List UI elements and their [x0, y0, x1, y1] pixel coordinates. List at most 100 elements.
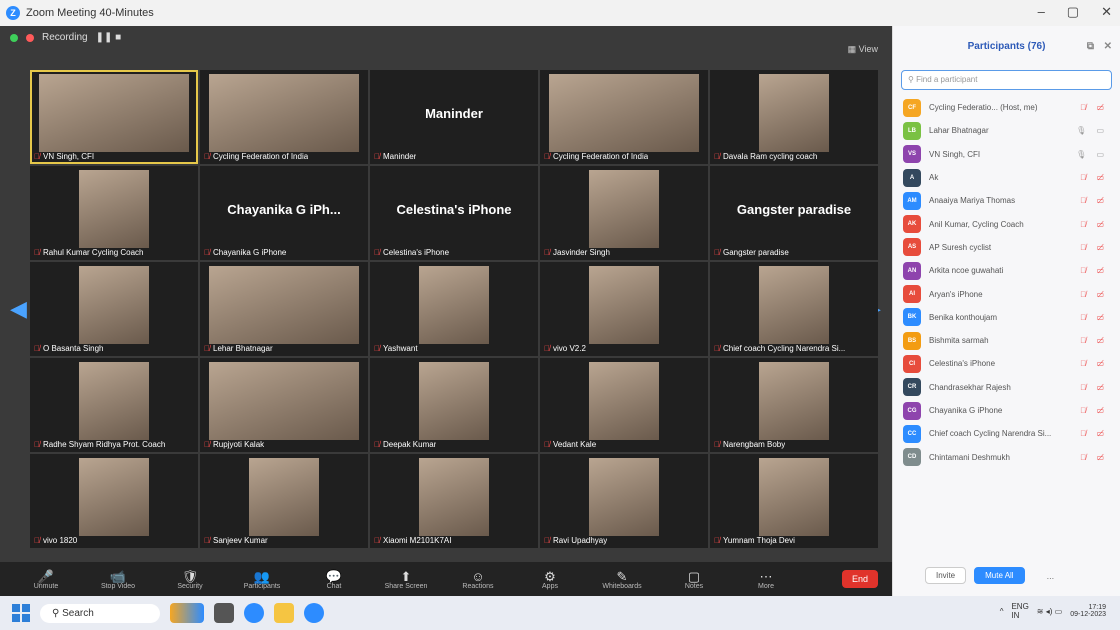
video-tile[interactable]: 🎙̸ Radhe Shyam Ridhya Prot. Coach	[30, 358, 198, 452]
participant-row[interactable]: CC Chief coach Cycling Narendra Si... 🎙̸ ▭…	[893, 422, 1120, 445]
video-tile[interactable]: 🎙̸ vivo V2.2	[540, 262, 708, 356]
panel-footer: Invite Mute All ...	[893, 567, 1120, 584]
participant-row[interactable]: LB Lahar Bhatnagar 🎙 ▭	[893, 119, 1120, 142]
participant-row[interactable]: A Ak 🎙̸ ▭̸	[893, 166, 1120, 189]
mic-camera-status-icon[interactable]: 🎙 ▭	[1076, 126, 1108, 135]
video-tile[interactable]: 🎙̸ Cycling Federation of India	[540, 70, 708, 164]
file-explorer-icon[interactable]	[214, 603, 234, 623]
participant-row[interactable]: AN Arkita ncoe guwahati 🎙̸ ▭̸	[893, 259, 1120, 282]
participant-row[interactable]: BK Benika konthoujam 🎙̸ ▭̸	[893, 306, 1120, 329]
participant-row[interactable]: AS AP Suresh cyclist 🎙̸ ▭̸	[893, 236, 1120, 259]
video-tile[interactable]: 🎙̸ vivo 1820	[30, 454, 198, 548]
pause-record-icon[interactable]: ❚❚ ■	[96, 32, 122, 43]
video-tile[interactable]: 🎙̸ Yashwant	[370, 262, 538, 356]
windows-start-icon[interactable]	[12, 604, 30, 622]
participant-row[interactable]: BS Bishmita sarmah 🎙̸ ▭̸	[893, 329, 1120, 352]
video-tile[interactable]: 🎙̸ Chief coach Cycling Narendra Si...	[710, 262, 878, 356]
participant-row[interactable]: AK Anil Kumar, Cycling Coach 🎙̸ ▭̸	[893, 212, 1120, 235]
toolbar-button-stop-video[interactable]: 📹 Stop Video	[90, 569, 146, 590]
video-tile[interactable]: 🎙̸ O Basanta Singh	[30, 262, 198, 356]
mic-camera-status-icon[interactable]: 🎙̸ ▭̸	[1080, 103, 1108, 112]
zoom-taskbar-icon[interactable]	[304, 603, 324, 623]
video-tile[interactable]: Maninder 🎙̸ Maninder	[370, 70, 538, 164]
video-tile[interactable]: Chayanika G iPh... 🎙̸ Chayanika G iPhone	[200, 166, 368, 260]
video-tile[interactable]: Gangster paradise 🎙̸ Gangster paradise	[710, 166, 878, 260]
video-tile[interactable]: 🎙̸ Vedant Kale	[540, 358, 708, 452]
popout-icon[interactable]: ⧉	[1087, 41, 1094, 52]
prev-page-arrow-icon[interactable]: ◀	[10, 296, 27, 322]
participant-row[interactable]: AI Aryan's iPhone 🎙̸ ▭̸	[893, 282, 1120, 305]
toolbar-button-chat[interactable]: 💬 Chat	[306, 569, 362, 590]
avatar: AK	[903, 215, 921, 234]
mic-camera-status-icon[interactable]: 🎙̸ ▭̸	[1080, 406, 1108, 415]
video-tile[interactable]: 🎙̸ Cycling Federation of India	[200, 70, 368, 164]
toolbar-button-share-screen[interactable]: ⬆ Share Screen	[378, 569, 434, 590]
participant-search-input[interactable]: ⚲ Find a participant	[901, 70, 1112, 90]
toolbar-button-more[interactable]: ⋯ More	[738, 569, 794, 590]
participant-row[interactable]: AM Anaaiya Mariya Thomas 🎙̸ ▭̸	[893, 189, 1120, 212]
mic-camera-status-icon[interactable]: 🎙̸ ▭̸	[1080, 313, 1108, 322]
video-tile[interactable]: 🎙̸ Sanjeev Kumar	[200, 454, 368, 548]
mic-camera-status-icon[interactable]: 🎙̸ ▭̸	[1080, 336, 1108, 345]
video-tile[interactable]: 🎙̸ Rupjyoti Kalak	[200, 358, 368, 452]
toolbar-button-reactions[interactable]: ☺ Reactions	[450, 569, 506, 590]
maximize-icon[interactable]: ▢	[1067, 4, 1079, 20]
video-tile[interactable]: 🎙̸ Jasvinder Singh	[540, 166, 708, 260]
toolbar-button-apps[interactable]: ⚙ Apps	[522, 569, 578, 590]
participant-row[interactable]: CG Chayanika G iPhone 🎙̸ ▭̸	[893, 399, 1120, 422]
mic-camera-status-icon[interactable]: 🎙̸ ▭̸	[1080, 266, 1108, 275]
mute-all-button[interactable]: Mute All	[974, 567, 1025, 584]
mic-camera-status-icon[interactable]: 🎙̸ ▭̸	[1080, 196, 1108, 205]
view-button[interactable]: ▦ View	[848, 44, 878, 55]
video-tile[interactable]: 🎙̸ Ravi Upadhyay	[540, 454, 708, 548]
mic-camera-status-icon[interactable]: 🎙̸ ▭̸	[1080, 429, 1108, 438]
participant-row[interactable]: CF Cycling Federatio... (Host, me) 🎙̸ ▭̸	[893, 96, 1120, 119]
video-feed	[759, 74, 829, 152]
clock[interactable]: 17:19 09-12-2023	[1070, 604, 1106, 618]
video-tile[interactable]: 🎙̸ Yumnam Thoja Devi	[710, 454, 878, 548]
toolbar-button-unmute[interactable]: 🎤 Unmute	[18, 569, 74, 590]
participant-row[interactable]: CI Celestina's iPhone 🎙̸ ▭̸	[893, 352, 1120, 375]
participant-row[interactable]: VS VN Singh, CFI 🎙 ▭	[893, 143, 1120, 166]
end-meeting-button[interactable]: End	[841, 570, 878, 588]
minimize-icon[interactable]: –	[1038, 4, 1045, 20]
close-icon[interactable]: ✕	[1101, 4, 1112, 20]
taskbar-search[interactable]: ⚲ Search	[40, 603, 160, 623]
mic-camera-status-icon[interactable]: 🎙 ▭	[1076, 150, 1108, 159]
mic-camera-status-icon[interactable]: 🎙̸ ▭̸	[1080, 243, 1108, 252]
mic-camera-status-icon[interactable]: 🎙̸ ▭̸	[1080, 453, 1108, 462]
mic-camera-status-icon[interactable]: 🎙̸ ▭̸	[1080, 173, 1108, 182]
mic-camera-status-icon[interactable]: 🎙̸ ▭̸	[1080, 290, 1108, 299]
participant-name: Aryan's iPhone	[929, 289, 983, 299]
video-tile[interactable]: 🎙̸ Deepak Kumar	[370, 358, 538, 452]
video-tile[interactable]: Celestina's iPhone 🎙̸ Celestina's iPhone	[370, 166, 538, 260]
invite-button[interactable]: Invite	[925, 567, 967, 584]
video-tile[interactable]: 🎙̸ Lehar Bhatnagar	[200, 262, 368, 356]
toolbar-button-notes[interactable]: ▢ Notes	[666, 569, 722, 590]
video-tile[interactable]: 🎙̸ VN Singh, CFI	[30, 70, 198, 164]
wifi-icon[interactable]: ≋ ◂) ▭	[1037, 607, 1062, 616]
video-tile[interactable]: 🎙̸ Rahul Kumar Cycling Coach	[30, 166, 198, 260]
toolbar-button-security[interactable]: 🛡 Security	[162, 569, 218, 590]
video-tile[interactable]: 🎙̸ Narengbam Boby	[710, 358, 878, 452]
toolbar-button-participants[interactable]: 👥 Participants	[234, 569, 290, 590]
muted-mic-icon: 🎙̸	[374, 248, 380, 257]
mic-camera-status-icon[interactable]: 🎙̸ ▭̸	[1080, 359, 1108, 368]
edge-browser-icon[interactable]	[244, 603, 264, 623]
widget-icon[interactable]	[170, 603, 204, 623]
mic-camera-status-icon[interactable]: 🎙̸ ▭̸	[1080, 220, 1108, 229]
participant-row[interactable]: CD Chintamani Deshmukh 🎙̸ ▭̸	[893, 445, 1120, 468]
mic-camera-status-icon[interactable]: 🎙̸ ▭̸	[1080, 383, 1108, 392]
toolbar-button-whiteboards[interactable]: ✎ Whiteboards	[594, 569, 650, 590]
language-indicator[interactable]: ENG IN	[1011, 602, 1028, 620]
more-options-button[interactable]: ...	[1047, 571, 1055, 581]
video-tile[interactable]: 🎙̸ Davala Ram cycling coach	[710, 70, 878, 164]
panel-close-icon[interactable]: ✕	[1104, 41, 1112, 52]
participant-row[interactable]: CR Chandrasekhar Rajesh 🎙̸ ▭̸	[893, 376, 1120, 399]
participant-list: CF Cycling Federatio... (Host, me) 🎙̸ ▭̸ LB…	[893, 96, 1120, 469]
chevron-up-icon[interactable]: ^	[1000, 607, 1004, 616]
video-tile[interactable]: 🎙̸ Xiaomi M2101K7AI	[370, 454, 538, 548]
folder-icon[interactable]	[274, 603, 294, 623]
tile-name-label: 🎙̸ Rahul Kumar Cycling Coach	[34, 248, 144, 257]
shield-icon[interactable]	[10, 33, 18, 42]
